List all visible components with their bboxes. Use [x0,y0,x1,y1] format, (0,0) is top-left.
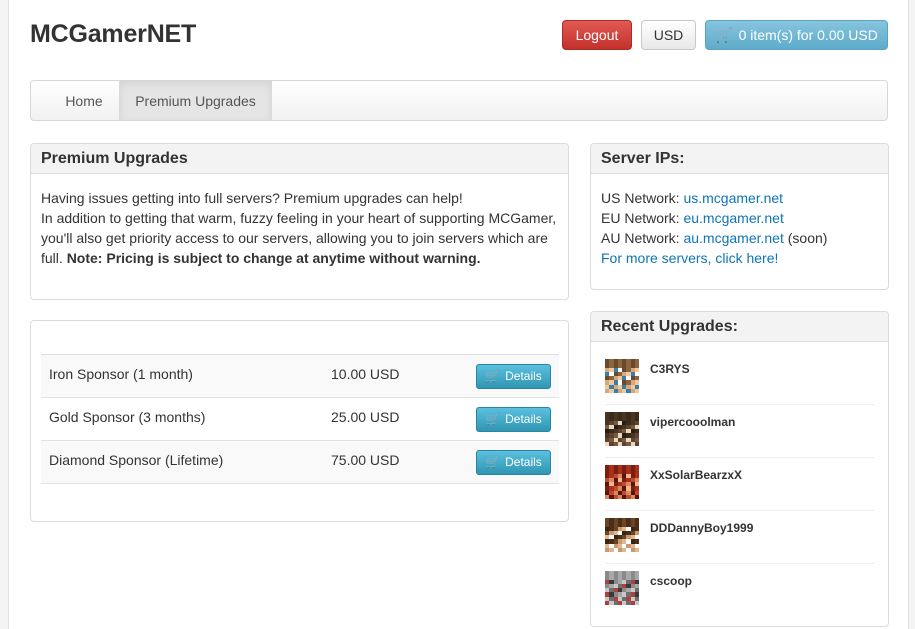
currency-button[interactable]: USD [641,20,696,50]
eu-network-link[interactable]: eu.mcgamer.net [683,210,783,226]
recent-user-name: cscoop [650,574,693,588]
products-panel: Iron Sponsor (1 month) 10.00 USD 🛒 Detail… [30,320,569,522]
product-name: Diamond Sponsor (Lifetime) [49,452,224,468]
avatar [605,359,639,393]
recent-user-name: vipercooolman [650,415,736,429]
logout-button[interactable]: Logout [562,20,632,50]
premium-upgrades-text: Having issues getting into full servers?… [31,174,568,268]
details-label: Details [505,455,542,469]
details-label: Details [505,369,542,383]
server-ips-title: Server IPs: [591,144,888,174]
product-name: Iron Sponsor (1 month) [49,366,193,382]
recent-upgrades-panel: Recent Upgrades: C3RYS vipercooolman XxS… [590,311,889,627]
details-button[interactable]: 🛒 Details [476,407,551,432]
premium-upgrades-panel: Premium Upgrades Having issues getting i… [30,143,569,300]
au-network-label: AU Network: [601,230,684,246]
details-button[interactable]: 🛒 Details [476,450,551,475]
avatar [605,465,639,499]
product-row: Iron Sponsor (1 month) 10.00 USD 🛒 Detail… [41,355,559,398]
page-right-edge [908,0,915,629]
us-network-label: US Network: [601,190,684,206]
more-servers-link[interactable]: For more servers, click here! [601,250,778,266]
pricing-note: Note: Pricing is subject to change at an… [66,250,481,266]
premium-upgrades-title: Premium Upgrades [31,144,568,174]
server-ips-panel: Server IPs: US Network: us.mcgamer.net E… [590,143,889,290]
nav-home[interactable]: Home [51,81,117,120]
au-network-suffix: (soon) [783,230,828,246]
recent-user-name: DDDannyBoy1999 [650,521,754,535]
au-network-link[interactable]: au.mcgamer.net [683,230,783,246]
avatar [605,518,639,552]
cart-button[interactable]: 🛒 0 item(s) for 0.00 USD [705,20,888,50]
recent-user-name: XxSolarBearzxX [650,468,743,482]
recent-user-name: C3RYS [650,362,690,376]
eu-network-label: EU Network: [601,210,684,226]
main-navbar: Home Premium Upgrades [30,80,888,121]
product-price: 75.00 USD [331,452,400,468]
product-name: Gold Sponsor (3 months) [49,409,206,425]
site-brand[interactable]: MCGamerNET [30,20,196,49]
shopping-cart-icon: 🛒 [485,369,501,383]
shopping-cart-icon: 🛒 [715,27,733,43]
product-price: 10.00 USD [331,366,400,382]
upgrades-line-1: Having issues getting into full servers?… [41,190,463,206]
product-price: 25.00 USD [331,409,400,425]
nav-premium-upgrades[interactable]: Premium Upgrades [119,81,272,120]
avatar [605,412,639,446]
server-ips-body: US Network: us.mcgamer.net EU Network: e… [591,174,888,268]
details-label: Details [505,412,542,426]
cart-label: 0 item(s) for 0.00 USD [738,27,878,43]
avatar [605,571,639,605]
product-row: Gold Sponsor (3 months) 25.00 USD 🛒 Detai… [41,398,559,441]
products-table: Iron Sponsor (1 month) 10.00 USD 🛒 Detail… [41,354,559,484]
page-left-edge [0,0,9,629]
product-row: Diamond Sponsor (Lifetime) 75.00 USD 🛒 De… [41,441,559,484]
recent-upgrades-title: Recent Upgrades: [591,312,888,342]
details-button[interactable]: 🛒 Details [476,364,551,389]
shopping-cart-icon: 🛒 [485,455,501,469]
shopping-cart-icon: 🛒 [485,412,501,426]
us-network-link[interactable]: us.mcgamer.net [683,190,783,206]
